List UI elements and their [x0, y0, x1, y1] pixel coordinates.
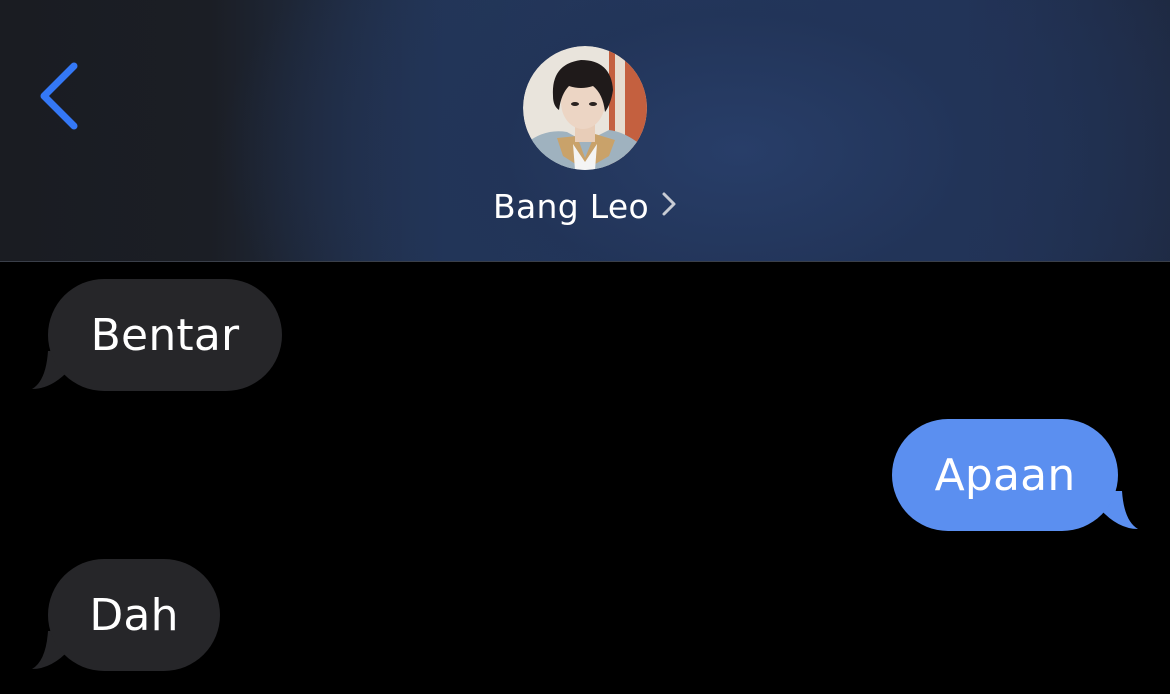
message-row: Apaan	[880, 419, 1170, 531]
back-button[interactable]	[30, 56, 90, 136]
header-divider	[0, 261, 1170, 262]
message-bubble[interactable]: Bentar	[48, 279, 282, 391]
message-row: Dah	[0, 559, 240, 671]
message-text: Dah	[89, 589, 179, 641]
chat-header: Bang Leo	[0, 0, 1170, 261]
message-bubble[interactable]: Apaan	[892, 419, 1118, 531]
avatar[interactable]	[523, 46, 647, 170]
message-row: Bentar	[0, 279, 300, 391]
chevron-left-icon	[40, 62, 78, 130]
contact-name-button[interactable]: Bang Leo	[440, 184, 730, 228]
contact-photo	[523, 46, 647, 170]
contact-name: Bang Leo	[493, 186, 649, 226]
chat-screen: Bang Leo Bentar Apaan Dah	[0, 0, 1170, 694]
message-text: Apaan	[934, 449, 1076, 501]
chevron-right-icon	[661, 190, 677, 222]
message-bubble[interactable]: Dah	[48, 559, 220, 671]
message-text: Bentar	[90, 309, 240, 361]
